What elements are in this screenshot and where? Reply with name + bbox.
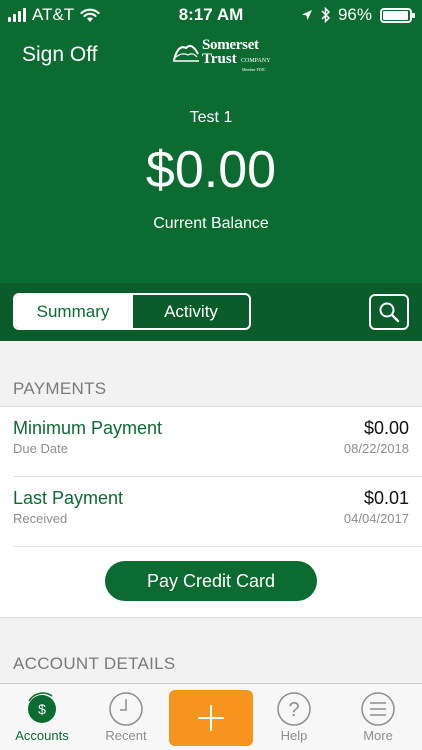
account-name: Test 1 [189,109,233,126]
current-balance-label: Current Balance [153,215,269,232]
row-title: Minimum Payment [13,418,163,438]
header-bar: Sign Off Somerset Trust COMPANY Member F… [0,30,422,85]
nav-accounts[interactable]: $ Accounts [0,684,84,750]
battery-icon [380,7,415,23]
somerset-trust-logo: Somerset Trust COMPANY Member FDIC [172,37,272,77]
pay-credit-card-button[interactable]: Pay Credit Card [105,561,317,601]
segmented-control: Summary Activity [13,293,251,330]
payments-list: Minimum Payment Due Date $0.00 08/22/201… [0,406,422,618]
plus-icon [198,705,224,731]
clock-icon [109,692,143,726]
bottom-tab-bar: $ Accounts Recent ? Help More [0,683,422,750]
nav-recent[interactable]: Recent [84,684,168,750]
dollar-icon: $ [28,692,56,723]
minimum-payment-row: Minimum Payment Due Date $0.00 08/22/201… [13,407,422,477]
question-icon: ? [277,692,311,726]
location-icon [301,10,312,20]
row-subtitle: Due Date [13,441,68,456]
row-date: 08/22/2018 [343,441,409,456]
svg-text:$: $ [38,701,46,717]
row-date: 04/04/2017 [343,511,409,526]
last-payment-row: Last Payment Received $0.01 04/04/2017 [13,477,422,547]
row-value: $0.00 [363,418,409,438]
nav-more[interactable]: More [336,684,420,750]
bluetooth-icon [321,7,330,23]
payments-heading: PAYMENTS [13,379,107,398]
logo-mark-icon [173,45,199,62]
tab-activity[interactable]: Activity [131,295,249,328]
status-bar: AT&T 8:17 AM 96% [0,0,422,30]
current-balance-amount: $0.00 [145,141,277,199]
search-button[interactable] [369,294,409,330]
quick-action-button[interactable] [169,690,253,746]
menu-icon [361,692,395,726]
row-title: Last Payment [13,488,124,508]
tab-summary[interactable]: Summary [15,295,131,328]
tab-bar: Summary Activity [0,283,422,341]
battery-percent: 96% [337,5,372,24]
account-details-heading: ACCOUNT DETAILS [13,654,176,673]
search-icon [379,302,400,323]
sign-off-button[interactable]: Sign Off [22,43,98,67]
row-subtitle: Received [13,511,68,526]
svg-text:?: ? [288,699,299,721]
summary-content: PAYMENTS Minimum Payment Due Date $0.00 … [0,341,422,683]
nav-help[interactable]: ? Help [252,684,336,750]
row-value: $0.01 [363,488,409,508]
balance-panel: Test 1 $0.00 Current Balance [0,85,422,283]
